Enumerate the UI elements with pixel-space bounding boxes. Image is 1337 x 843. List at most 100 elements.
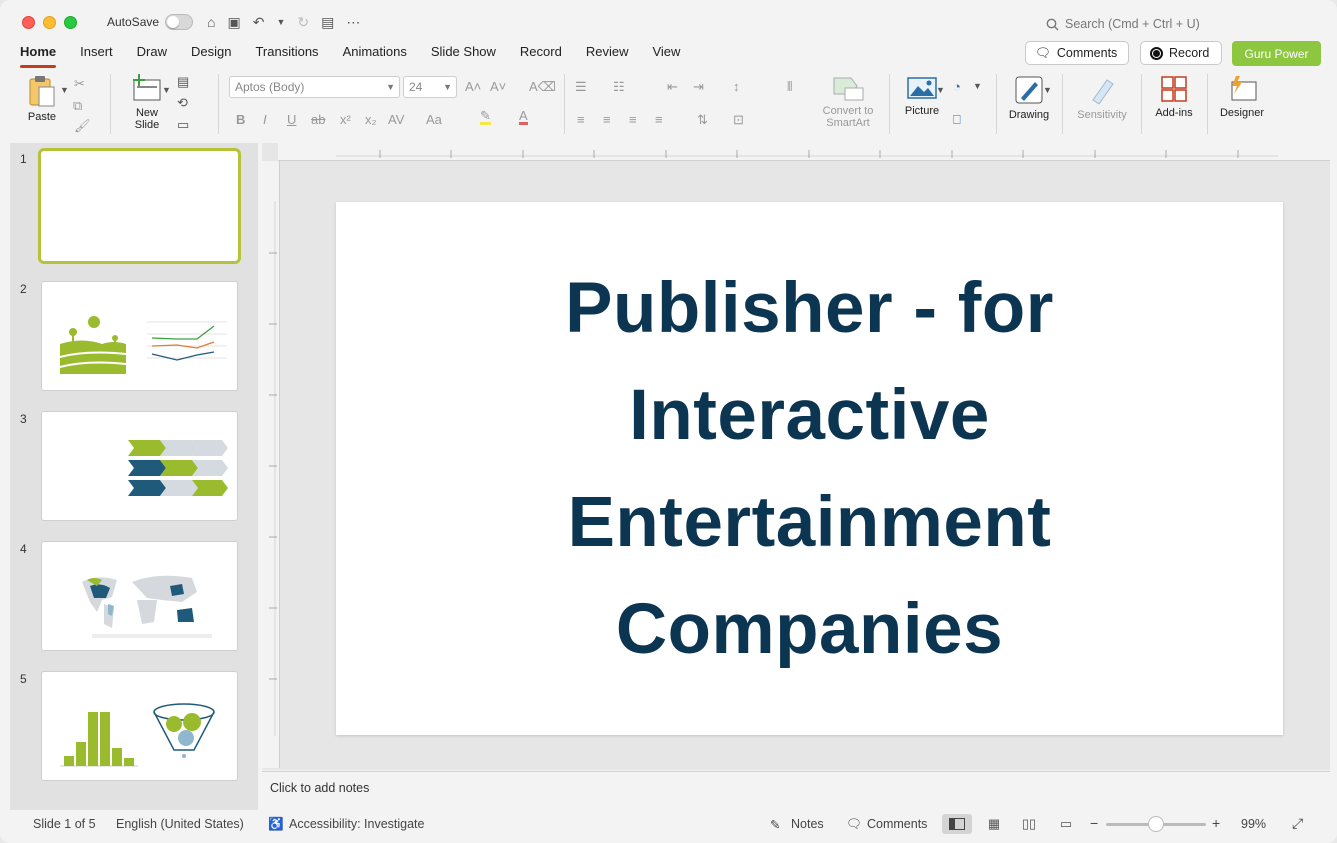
slide-title[interactable]: Publisher - for Interactive Entertainmen… [500, 255, 1120, 683]
new-slide-icon [133, 74, 161, 101]
undo-icon[interactable]: ↶ [253, 14, 265, 31]
tab-transitions[interactable]: Transitions [255, 40, 318, 66]
reading-view-button[interactable]: ▯▯ [1014, 814, 1044, 834]
normal-view-button[interactable] [942, 814, 972, 834]
chevron-down-icon[interactable]: ▼ [162, 85, 171, 95]
align-text-icon[interactable]: ⊡ [733, 112, 744, 128]
tab-insert[interactable]: Insert [80, 40, 113, 66]
chevron-down-icon[interactable]: ▼ [60, 85, 69, 95]
zoom-level[interactable]: 99% [1241, 817, 1266, 831]
tab-animations[interactable]: Animations [343, 40, 407, 66]
cut-icon[interactable]: ✂ [74, 76, 85, 92]
slide-thumbnail-1[interactable] [38, 148, 241, 264]
line-spacing-icon[interactable]: ↕ [733, 79, 740, 94]
copy-icon[interactable]: ⧉ [73, 98, 82, 114]
notes-pane[interactable]: Click to add notes [262, 771, 1330, 809]
increase-font-icon[interactable]: A˄ [465, 79, 481, 94]
home-icon[interactable]: ⌂ [207, 14, 215, 30]
subscript-icon[interactable]: x₂ [365, 112, 377, 127]
record-button[interactable]: Record [1140, 41, 1222, 65]
title-bar: AutoSave ⌂ ▣ ↶ ▼ ↻ ▤ ⋯ Search (Cmd + Ctr… [0, 0, 1337, 44]
accessibility-status[interactable]: Accessibility: Investigate [289, 817, 424, 831]
clear-format-icon[interactable]: A⌫ [529, 79, 556, 95]
thumb-number: 3 [20, 412, 27, 426]
font-name-select[interactable]: Aptos (Body) ▼ [229, 76, 400, 98]
shapes-icon[interactable]: ◔ [953, 79, 961, 94]
font-color-icon[interactable]: A [519, 109, 528, 125]
autosave-toggle[interactable] [165, 14, 194, 30]
tab-design[interactable]: Design [191, 40, 231, 66]
comments-toggle[interactable]: Comments [867, 817, 927, 831]
sensitivity-button[interactable]: Sensitivity [1071, 74, 1133, 121]
minimize-window-button[interactable] [43, 15, 56, 29]
section-icon[interactable]: ▭ [177, 117, 189, 133]
slide-thumbnail-5[interactable] [41, 671, 238, 781]
separator [564, 74, 565, 134]
paste-button[interactable]: Paste [22, 74, 62, 123]
align-left-icon[interactable]: ≡ [577, 112, 585, 127]
text-box-icon[interactable]: ⎕ [953, 112, 961, 128]
notes-toggle[interactable]: Notes [791, 817, 824, 831]
slide-canvas[interactable]: Publisher - for Interactive Entertainmen… [336, 202, 1283, 735]
tab-home[interactable]: Home [20, 40, 57, 68]
italic-icon[interactable]: I [263, 112, 267, 127]
slide-thumbnail-4[interactable] [41, 541, 238, 651]
numbering-icon[interactable]: ☷ [613, 79, 625, 95]
align-right-icon[interactable]: ≡ [629, 112, 637, 127]
search-box[interactable]: Search (Cmd + Ctrl + U) [1046, 17, 1200, 31]
columns-icon[interactable]: ⫴ [787, 79, 792, 95]
chevron-down-icon[interactable]: ▼ [973, 81, 982, 91]
format-painter-icon[interactable]: 🖌 [74, 118, 91, 134]
text-direction-icon[interactable]: ⇅ [697, 112, 708, 128]
character-spacing-icon[interactable]: AV [388, 112, 404, 127]
clipboard-icon [29, 76, 55, 107]
fit-to-window-icon[interactable]: ⤢ [1292, 815, 1303, 832]
bullets-icon[interactable]: ☰ [575, 79, 587, 95]
tab-review[interactable]: Review [586, 40, 629, 66]
slide-thumbnail-panel: 1 2 3 4 5 [10, 143, 258, 810]
underline-icon[interactable]: U [287, 112, 296, 127]
slide-thumbnail-2[interactable] [41, 281, 238, 391]
strikethrough-icon[interactable]: ab [311, 112, 325, 127]
picture-button[interactable]: Picture [898, 74, 946, 117]
bold-icon[interactable]: B [236, 112, 245, 127]
zoom-out-icon[interactable]: − [1090, 815, 1098, 831]
close-window-button[interactable] [22, 15, 35, 29]
chevron-down-icon[interactable]: ▼ [1043, 85, 1052, 95]
layout-icon[interactable]: ▤ [177, 74, 189, 90]
reset-icon[interactable]: ⟲ [177, 95, 188, 111]
decrease-indent-icon[interactable]: ⇤ [667, 79, 678, 95]
superscript-icon[interactable]: x² [340, 112, 351, 127]
more-icon[interactable]: ⋯ [346, 14, 360, 31]
change-case-icon[interactable]: Aa [426, 112, 442, 127]
font-size-select[interactable]: 24 ▼ [403, 76, 457, 98]
zoom-slider-handle[interactable] [1148, 816, 1164, 832]
slide-thumbnail-3[interactable] [41, 411, 238, 521]
decrease-font-icon[interactable]: A˅ [490, 79, 506, 94]
add-ins-button[interactable]: Add-ins [1150, 74, 1198, 119]
convert-smartart-button[interactable]: Convert to SmartArt [815, 74, 881, 129]
tab-record[interactable]: Record [520, 40, 562, 66]
guru-power-button[interactable]: Guru Power [1232, 41, 1321, 66]
chevron-down-icon[interactable]: ▼ [276, 17, 285, 27]
tab-draw[interactable]: Draw [137, 40, 167, 66]
highlight-icon[interactable]: ✎ [480, 109, 491, 125]
tab-view[interactable]: View [652, 40, 680, 66]
chevron-down-icon[interactable]: ▼ [936, 85, 945, 95]
language-status[interactable]: English (United States) [116, 817, 244, 831]
increase-indent-icon[interactable]: ⇥ [693, 79, 704, 95]
designer-button[interactable]: Designer [1215, 74, 1269, 119]
tab-slide-show[interactable]: Slide Show [431, 40, 496, 66]
zoom-in-icon[interactable]: + [1212, 815, 1220, 831]
slide-sorter-button[interactable]: ▦ [979, 814, 1009, 834]
slide-show-button[interactable]: ▭ [1051, 814, 1081, 834]
zoom-window-button[interactable] [64, 15, 77, 29]
new-slide-button[interactable]: New Slide [124, 74, 170, 131]
comments-button[interactable]: 🗨 Comments [1025, 41, 1129, 65]
align-center-icon[interactable]: ≡ [603, 112, 611, 127]
save-icon[interactable]: ▣ [228, 14, 241, 31]
justify-icon[interactable]: ≡ [655, 112, 663, 127]
redo-icon[interactable]: ↻ [297, 14, 309, 31]
drawing-button[interactable]: Drawing [1004, 74, 1054, 121]
customize-icon[interactable]: ▤ [321, 14, 334, 31]
